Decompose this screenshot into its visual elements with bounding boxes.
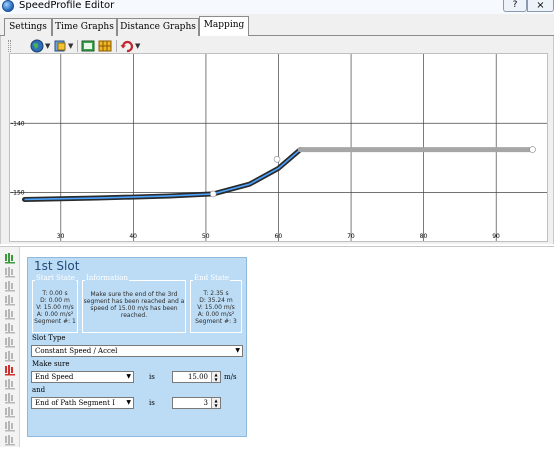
slot-icon[interactable] xyxy=(4,308,16,320)
x-tick-label: 70 xyxy=(347,233,355,240)
end-state-time: T: 2.35 s xyxy=(203,290,229,297)
globe-icon[interactable] xyxy=(30,39,44,53)
condition1-unit-label: m/s xyxy=(224,373,237,381)
tab-bar: Settings Time Graphs Distance Graphs Map… xyxy=(0,14,554,37)
title-bar: SpeedProfile Editor ? × xyxy=(0,0,554,14)
spinner-icon[interactable]: ▲ ▼ xyxy=(211,372,220,382)
toolbar-grip[interactable] xyxy=(8,40,11,52)
condition2-field-value: End of Path Segment I xyxy=(35,399,115,407)
x-tick-label: 50 xyxy=(202,233,210,240)
path-node-marker[interactable] xyxy=(209,190,217,198)
condition2-is-label: is xyxy=(149,399,155,407)
slot-icon[interactable] xyxy=(4,252,16,264)
information-legend: Information xyxy=(85,274,130,283)
spinner-icon[interactable]: ▲ ▼ xyxy=(211,398,220,408)
slots-panel: 1st Slot Start State T: 0.00 s D: 0.00 m… xyxy=(0,246,554,447)
chevron-down-icon[interactable]: ▼ xyxy=(126,372,131,382)
start-state-segment: Segment #: 1 xyxy=(34,318,76,325)
close-button[interactable]: × xyxy=(527,0,554,12)
slot-icon[interactable] xyxy=(4,420,16,432)
start-state-group: Start State T: 0.00 s D: 0.00 m V: 15.00… xyxy=(32,274,78,333)
condition1-field-select[interactable]: End Speed ▼ xyxy=(31,371,134,383)
chevron-down-icon[interactable]: ▼ xyxy=(235,346,240,356)
information-line: reached. xyxy=(120,312,148,319)
tab-time-graphs[interactable]: Time Graphs xyxy=(52,18,117,36)
end-state-legend: End State xyxy=(193,274,231,283)
condition2-field-select[interactable]: End of Path Segment I ▼ xyxy=(31,397,134,409)
condition2-value-input[interactable]: 3 ▲ ▼ xyxy=(172,397,221,409)
export-icon[interactable] xyxy=(81,39,95,53)
map-chart-svg[interactable]: 30 40 50 60 70 80 90 -140 -150 xyxy=(10,54,547,241)
end-state-distance: D: 35.24 m xyxy=(199,297,233,304)
condition1-field-value: End Speed xyxy=(35,373,74,381)
window-title: SpeedProfile Editor xyxy=(19,0,115,11)
end-state-velocity: V: 15.00 m/s xyxy=(197,304,235,311)
slot-delete-icon[interactable] xyxy=(4,364,16,376)
slot-icon[interactable] xyxy=(4,294,16,306)
slot-icon[interactable] xyxy=(4,406,16,418)
slot-type-value: Constant Speed / Accel xyxy=(35,347,118,355)
path-node-marker[interactable] xyxy=(273,155,281,163)
information-group: Information Make sure the end of the 3rd… xyxy=(82,274,186,333)
slot-type-select[interactable]: Constant Speed / Accel ▼ xyxy=(31,345,243,357)
start-state-acceleration: A: 0.00 m/s² xyxy=(36,311,74,318)
globe-dropdown-icon[interactable]: ▼ xyxy=(45,39,51,53)
x-tick-label: 30 xyxy=(57,233,65,240)
x-tick-label: 60 xyxy=(275,233,283,240)
and-label: and xyxy=(32,386,46,394)
slot-icon[interactable] xyxy=(4,378,16,390)
slot-icon[interactable] xyxy=(4,336,16,348)
slot-title: 1st Slot xyxy=(34,259,80,273)
slot-editor: 1st Slot Start State T: 0.00 s D: 0.00 m… xyxy=(27,257,247,437)
path-segment[interactable] xyxy=(22,147,303,202)
end-state-acceleration: A: 0.00 m/s² xyxy=(197,311,235,318)
tab-settings[interactable]: Settings xyxy=(4,18,52,36)
x-tick-label: 40 xyxy=(129,233,137,240)
app-globe-icon xyxy=(2,0,14,12)
information-line: speed of 15.00 m/s has been xyxy=(90,305,178,312)
condition1-is-label: is xyxy=(149,373,155,381)
start-state-legend: Start State xyxy=(35,274,76,283)
make-sure-label: Make sure xyxy=(32,360,70,368)
tab-mapping[interactable]: Mapping xyxy=(199,16,249,37)
condition1-value: 15.00 xyxy=(187,373,208,381)
information-line: Make sure the end of the 3rd xyxy=(90,291,178,298)
undo-dropdown-icon[interactable]: ▼ xyxy=(135,39,141,53)
layers-dropdown-icon[interactable]: ▼ xyxy=(68,39,74,53)
mapping-panel: ▼ ▼ ▼ 30 40 50 60 70 80 90 -140 -150 xyxy=(0,36,554,244)
slot-icon[interactable] xyxy=(4,434,16,446)
slot-type-label: Slot Type xyxy=(32,334,66,342)
y-tick-label: -140 xyxy=(11,120,25,127)
path-segment-highlight xyxy=(24,148,301,201)
toolbar-separator xyxy=(77,40,78,52)
map-chart[interactable]: 30 40 50 60 70 80 90 -140 -150 xyxy=(9,53,548,242)
slot-icon[interactable] xyxy=(4,280,16,292)
slot-icon[interactable] xyxy=(4,350,16,362)
condition2-value: 3 xyxy=(203,399,208,407)
condition1-value-input[interactable]: 15.00 ▲ ▼ xyxy=(172,371,221,383)
start-state-distance: D: 0.00 m xyxy=(40,297,70,304)
slot-icon[interactable] xyxy=(4,322,16,334)
x-tick-label: 80 xyxy=(420,233,428,240)
end-state-group: End State T: 2.35 s D: 35.24 m V: 15.00 … xyxy=(190,274,242,333)
help-button[interactable]: ? xyxy=(503,0,527,12)
slot-icon[interactable] xyxy=(4,392,16,404)
x-tick-label: 90 xyxy=(492,233,500,240)
slot-list-strip xyxy=(0,247,20,447)
layers-icon[interactable] xyxy=(53,39,67,53)
path-node-marker[interactable] xyxy=(529,146,536,153)
toolbar-separator xyxy=(116,40,117,52)
start-state-velocity: V: 15.00 m/s xyxy=(36,304,74,311)
y-tick-label: -150 xyxy=(11,190,25,197)
end-state-segment: Segment #: 3 xyxy=(195,318,237,325)
start-state-time: T: 0.00 s xyxy=(42,290,68,297)
undo-icon[interactable] xyxy=(120,39,134,53)
tab-distance-graphs[interactable]: Distance Graphs xyxy=(117,18,199,36)
information-line: segment has been reached and a xyxy=(83,298,185,305)
slot-icon[interactable] xyxy=(4,266,16,278)
chevron-down-icon[interactable]: ▼ xyxy=(126,398,131,408)
grid-icon[interactable] xyxy=(98,39,112,53)
